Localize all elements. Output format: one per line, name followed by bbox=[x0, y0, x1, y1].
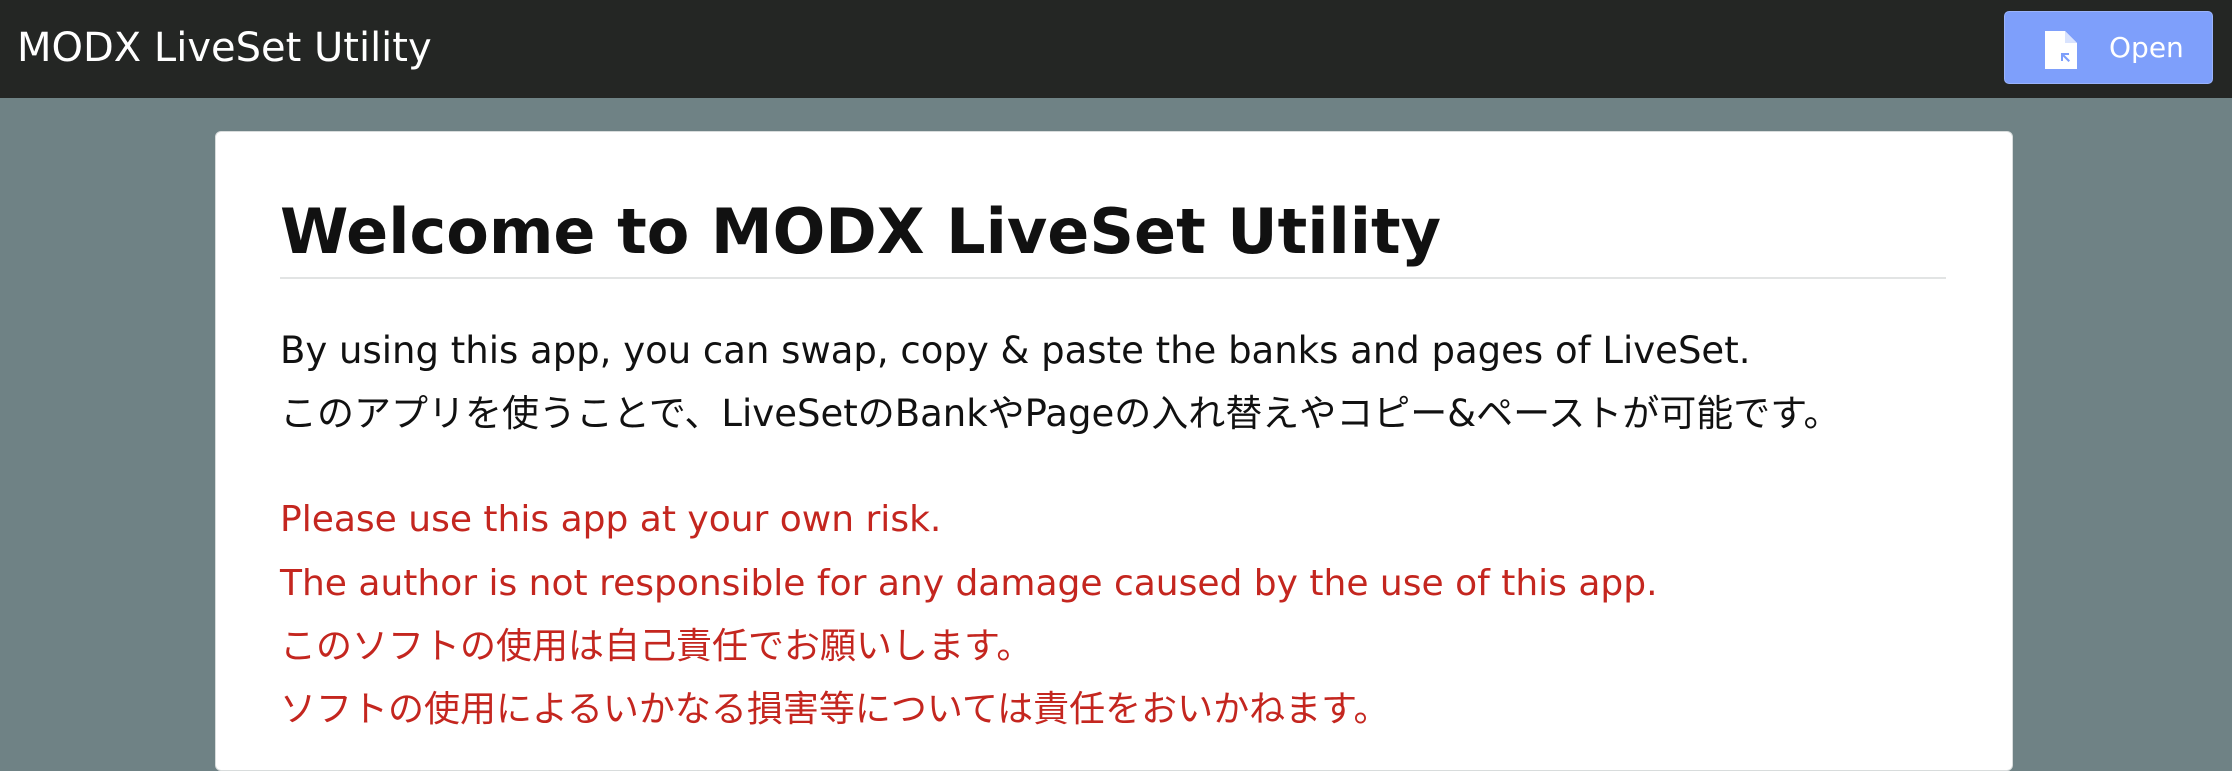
warning-own-risk-ja: このソフトの使用は自己責任でお願いします。 bbox=[280, 626, 1033, 667]
open-button-label: Open bbox=[2109, 31, 2184, 64]
top-bar: MODX LiveSet Utility Open bbox=[0, 0, 2232, 98]
welcome-card: Welcome to MODX LiveSet Utility By using… bbox=[215, 131, 2013, 771]
app-title: MODX LiveSet Utility bbox=[17, 25, 432, 71]
intro-english: By using this app, you can swap, copy & … bbox=[280, 329, 1751, 372]
heading-divider bbox=[280, 277, 1946, 279]
warning-no-responsibility-ja: ソフトの使用によるいかなる損害等については責任をおいかねます。 bbox=[280, 689, 1390, 730]
warning-no-responsibility: The author is not responsible for any da… bbox=[280, 563, 1658, 604]
file-open-icon bbox=[2045, 31, 2077, 69]
open-button[interactable]: Open bbox=[2004, 11, 2213, 84]
welcome-heading: Welcome to MODX LiveSet Utility bbox=[280, 195, 1442, 268]
warning-own-risk: Please use this app at your own risk. bbox=[280, 499, 942, 540]
intro-japanese: このアプリを使うことで、LiveSetのBankやPageの入れ替えやコピー&ペ… bbox=[280, 392, 1841, 435]
